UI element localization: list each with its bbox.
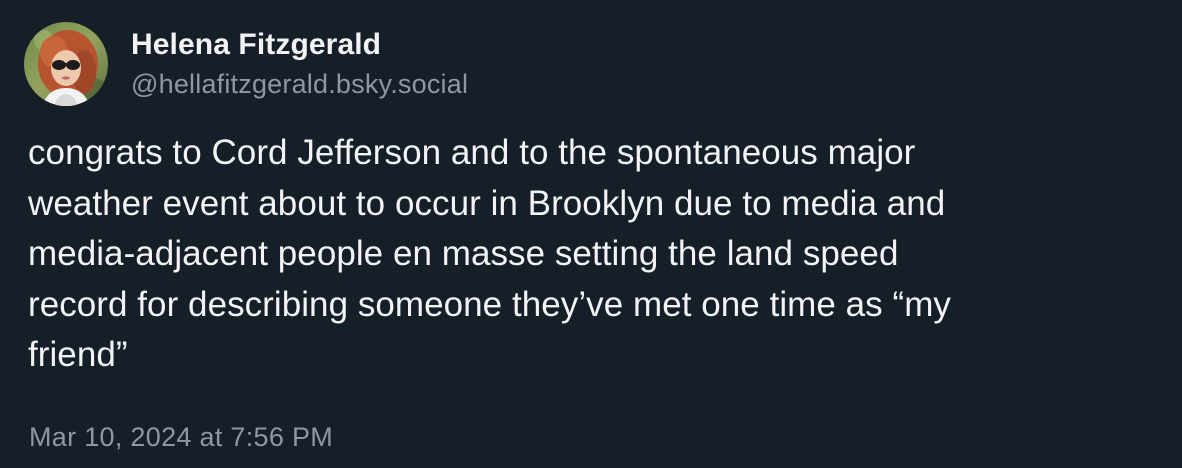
post-text-line: friend” xyxy=(28,335,128,374)
post-header: Helena Fitzgerald @hellafitzgerald.bsky.… xyxy=(24,22,468,106)
post-text-line: weather event about to occur in Brooklyn… xyxy=(28,183,946,223)
post-timestamp[interactable]: Mar 10, 2024 at 7:56 PM xyxy=(29,418,333,456)
post-text-line: record for describing someone they’ve me… xyxy=(28,284,951,324)
post-text-line: media-adjacent people en masse setting t… xyxy=(28,234,899,273)
post-card: Helena Fitzgerald @hellafitzgerald.bsky.… xyxy=(0,0,1182,468)
author-info: Helena Fitzgerald @hellafitzgerald.bsky.… xyxy=(131,26,468,101)
author-display-name[interactable]: Helena Fitzgerald xyxy=(131,26,468,64)
author-handle[interactable]: @hellafitzgerald.bsky.social xyxy=(131,67,468,101)
post-text-line: congrats to Cord Jefferson and to the sp… xyxy=(28,133,916,172)
avatar[interactable] xyxy=(24,22,108,106)
post-text: congrats to Cord Jefferson and to the sp… xyxy=(28,128,1148,381)
profile-photo-icon xyxy=(24,22,108,106)
